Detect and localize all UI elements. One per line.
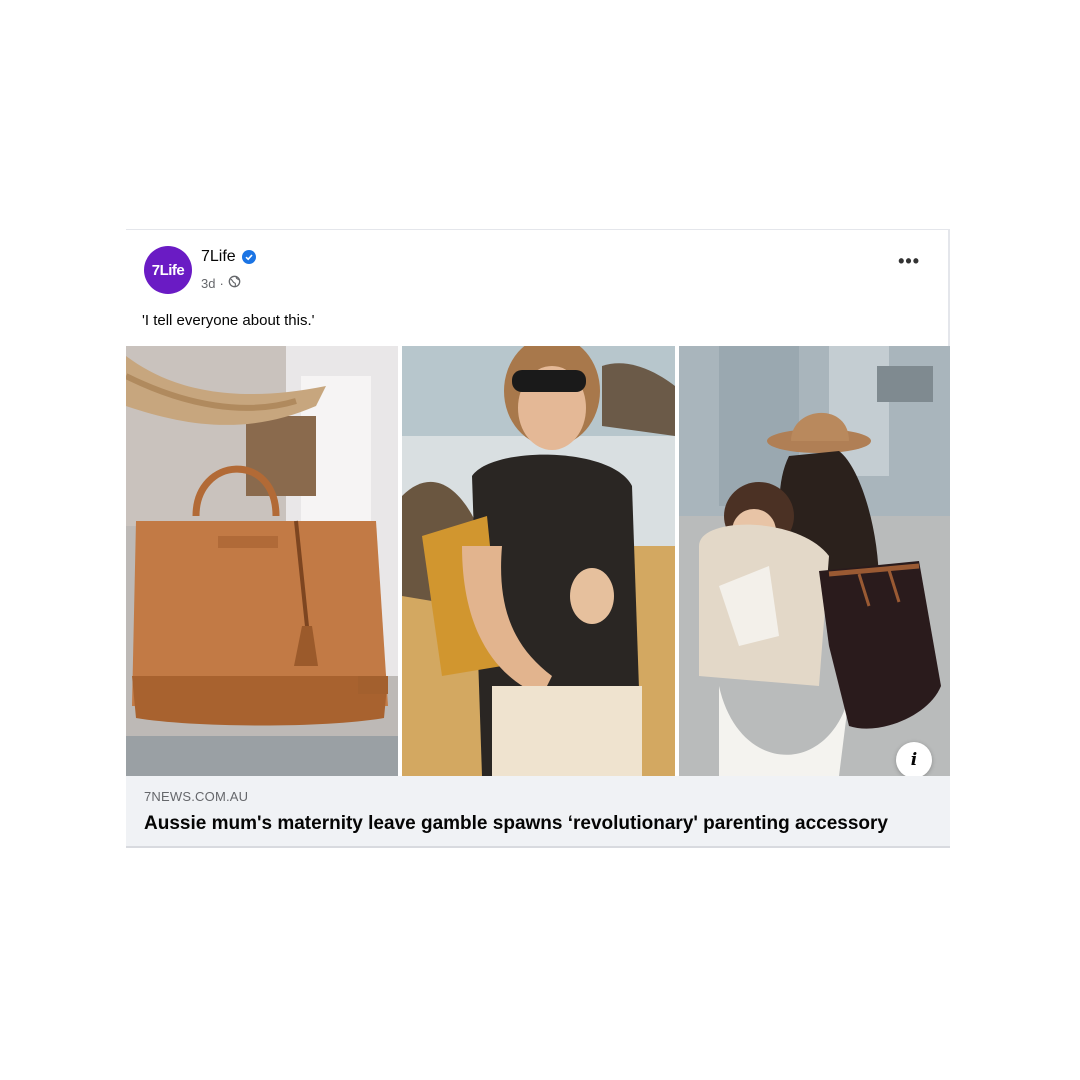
post-caption: 'I tell everyone about this.' [142, 312, 315, 329]
more-options-icon[interactable]: ••• [898, 252, 920, 270]
woman-backpack-image [679, 346, 950, 776]
photo-woman-backpack[interactable]: i [679, 346, 950, 776]
photo-leather-bag[interactable] [126, 346, 398, 776]
post-meta: 3d · [201, 275, 241, 291]
page-name-row: 7Life [201, 248, 256, 266]
globe-icon [228, 275, 241, 291]
post-card: 7Life 7Life 3d · ••• 'I tell everyone ab… [126, 229, 950, 848]
leather-bag-image [126, 346, 398, 776]
photo-woman-carrier[interactable] [402, 346, 675, 776]
link-domain: 7NEWS.COM.AU [144, 789, 249, 804]
page-name[interactable]: 7Life [201, 248, 236, 266]
link-preview[interactable]: 7NEWS.COM.AU Aussie mum's maternity leav… [126, 776, 950, 848]
verified-badge-icon [241, 250, 256, 264]
link-headline[interactable]: Aussie mum's maternity leave gamble spaw… [144, 813, 888, 835]
info-button[interactable]: i [896, 742, 932, 776]
page-avatar[interactable]: 7Life [144, 246, 192, 294]
post-timestamp[interactable]: 3d [201, 276, 215, 291]
photo-gallery[interactable]: i [126, 346, 950, 776]
meta-separator: · [219, 275, 224, 291]
woman-carrier-image [402, 346, 675, 776]
avatar-logo-text: 7Life [151, 261, 185, 279]
